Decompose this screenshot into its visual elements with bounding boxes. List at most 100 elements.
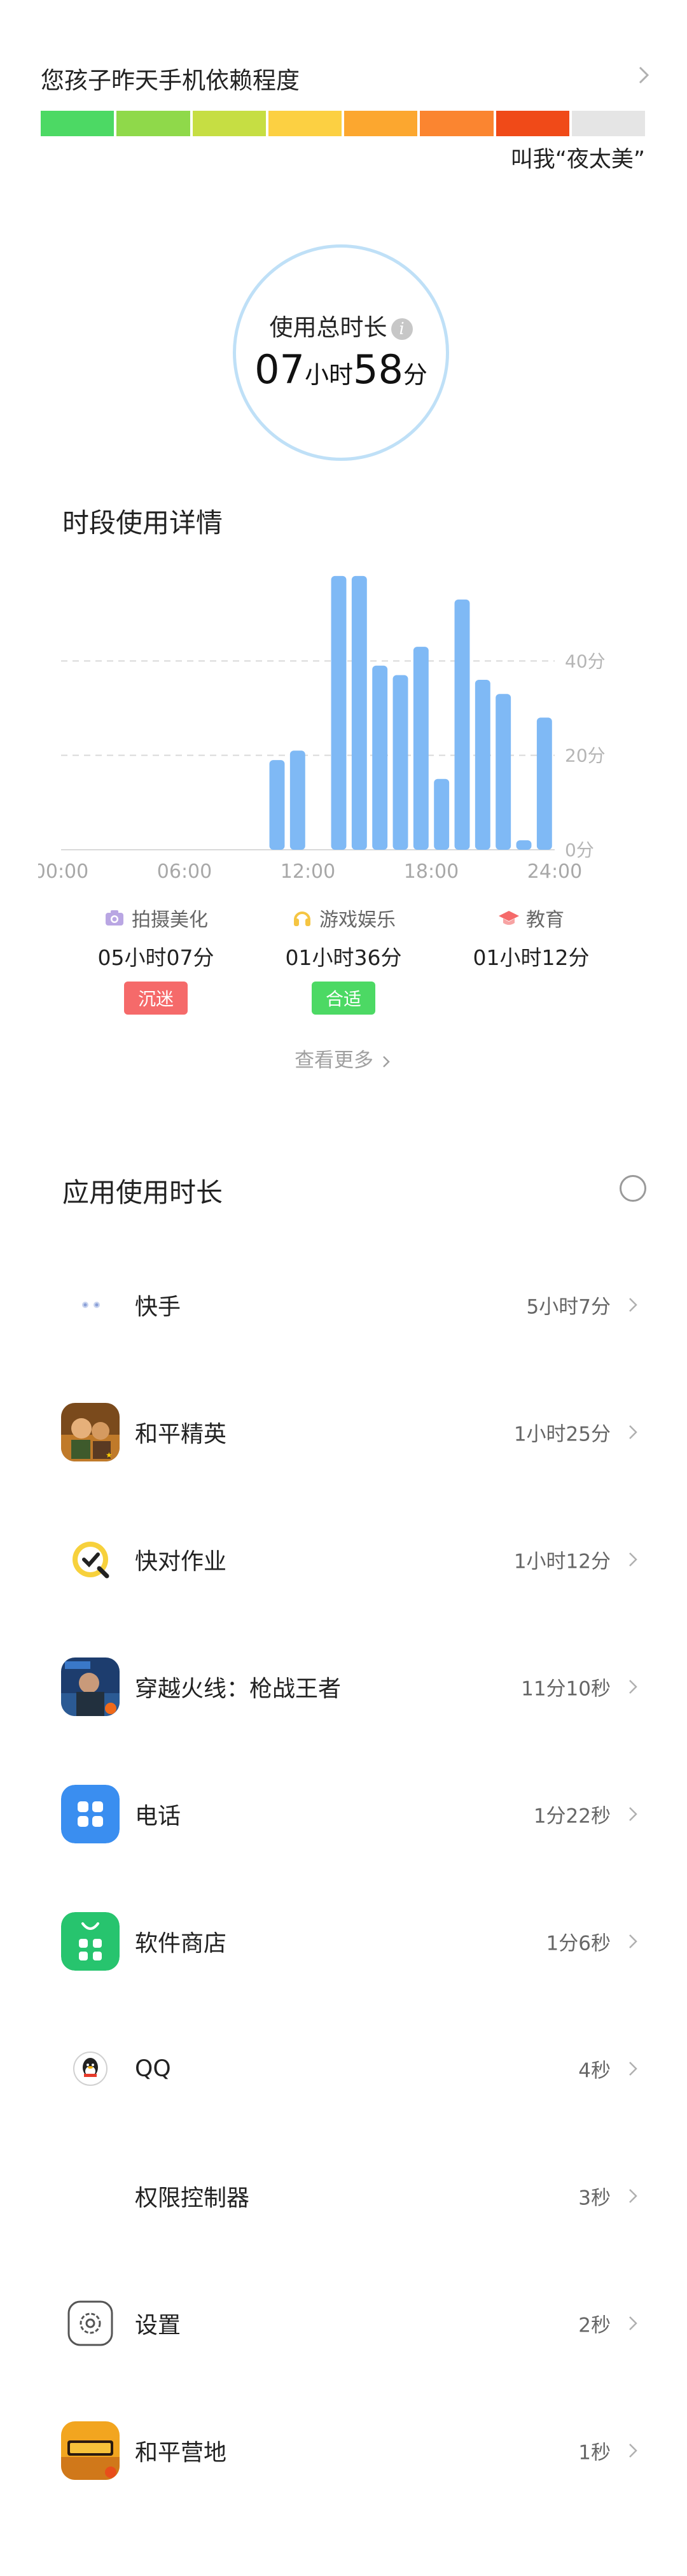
app-name: 快对作业 [135, 1549, 227, 1575]
chart-bar [413, 647, 429, 850]
app-row-crossfire[interactable]: 穿越火线：枪战王者 11分10秒 [0, 1623, 687, 1750]
app-row-kuaidui[interactable]: 快对作业 1小时12分 [0, 1496, 687, 1623]
app-name: 电话 [135, 1803, 181, 1829]
chevron-right-icon [629, 2444, 637, 2458]
meter-segment [344, 111, 418, 136]
chart-bar [351, 575, 367, 850]
chart-bar [536, 717, 552, 850]
app-name: 权限控制器 [135, 2185, 250, 2211]
app-name: 快手 [135, 1294, 181, 1320]
app-duration: 1秒 [578, 2441, 611, 2465]
app-row-peace-elite[interactable]: ★ 和平精英 1小时25分 [0, 1369, 687, 1496]
chart-bar [269, 760, 285, 850]
chevron-right-icon [629, 1298, 637, 1312]
graduation-cap-icon [499, 911, 519, 925]
period-section-title: 时段使用详情 [62, 507, 223, 538]
total-minutes-unit: 分 [403, 361, 427, 389]
app-duration: 1分22秒 [533, 1805, 611, 1828]
meter-segment [420, 111, 494, 136]
settings-icon [61, 2294, 120, 2353]
meter-segment [116, 111, 190, 136]
total-hours-unit: 小时 [304, 361, 353, 389]
x-tick-label: 00:00 [38, 861, 88, 883]
category-time: 01小时36分 [285, 945, 402, 970]
kuaidui-icon [61, 1530, 120, 1589]
qq-icon [61, 2039, 120, 2098]
chevron-right-icon [629, 1425, 637, 1439]
total-minutes: 58 [353, 346, 403, 393]
total-hours: 07 [254, 346, 305, 393]
meter-segment [496, 111, 569, 136]
chart-bar [475, 680, 490, 850]
meter-segment [571, 111, 645, 136]
category-name: 教育 [526, 909, 564, 931]
chevron-right-icon [629, 2316, 637, 2330]
app-row-qq[interactable]: QQ 4秒 [0, 2005, 687, 2132]
headphones-icon [294, 911, 310, 926]
app-duration: 3秒 [578, 2186, 611, 2210]
category-education[interactable]: 教育 01小时12分 [452, 904, 611, 971]
crossfire-icon [61, 1658, 120, 1716]
app-name: QQ [135, 2055, 171, 2082]
chart-bar [289, 750, 305, 850]
x-tick-label: 12:00 [281, 861, 335, 883]
dependency-title[interactable]: 您孩子昨天手机依赖程度 [41, 61, 300, 95]
kuaishou-icon [61, 1276, 120, 1334]
meter-segment [41, 111, 114, 136]
total-usage-value: 07小时58分 [233, 346, 449, 393]
app-duration: 1小时25分 [513, 1423, 611, 1446]
app-name: 和平营地 [135, 2440, 227, 2466]
chart-bar [392, 675, 408, 850]
app-duration: 5小时7分 [526, 1295, 611, 1319]
app-duration: 2秒 [578, 2314, 611, 2337]
app-store-icon [61, 1912, 120, 1971]
chevron-right-icon [629, 1807, 637, 1821]
app-name: 设置 [135, 2312, 181, 2339]
app-row-app-store[interactable]: 软件商店 1分6秒 [0, 1878, 687, 2005]
status-badge: 合适 [311, 982, 375, 1015]
category-time: 01小时12分 [473, 945, 590, 970]
chevron-right-icon [629, 1934, 637, 1948]
dependency-meter [41, 111, 645, 136]
status-badge: 沉迷 [123, 982, 188, 1015]
apps-section-title: 应用使用时长 [62, 1177, 223, 1208]
info-icon[interactable]: i [391, 318, 413, 340]
chevron-right-icon [629, 1680, 637, 1694]
chart-bar [496, 694, 511, 850]
category-games[interactable]: 游戏娱乐 01小时36分 合适 [264, 904, 423, 1015]
app-row-settings[interactable]: 设置 2秒 [0, 2260, 687, 2387]
sort-radio-button[interactable] [620, 1175, 646, 1202]
chevron-right-icon [383, 1055, 390, 1067]
app-name: 穿越火线：枪战王者 [135, 1676, 342, 1702]
app-row-phone[interactable]: 电话 1分22秒 [0, 1750, 687, 1878]
app-duration: 1分6秒 [546, 1932, 611, 1955]
usage-bar-chart: 40分 20分 0分 00:00 06:00 12:00 18:00 24:00 [38, 575, 606, 883]
x-tick-label: 24:00 [527, 861, 582, 883]
x-tick-label: 18:00 [404, 861, 459, 883]
category-photo[interactable]: 拍摄美化 05小时07分 沉迷 [76, 904, 235, 1015]
chevron-right-icon [629, 2062, 637, 2076]
category-name: 拍摄美化 [132, 909, 208, 931]
camera-icon [106, 910, 123, 926]
peace-elite-icon: ★ [61, 1403, 120, 1461]
app-duration: 11分10秒 [521, 1677, 611, 1701]
y-tick-label: 20分 [565, 745, 606, 766]
app-row-permission-controller[interactable]: 权限控制器 3秒 [0, 2132, 687, 2260]
total-usage-label-text: 使用总时长 [269, 314, 387, 341]
chart-bar [331, 575, 347, 850]
phone-icon [61, 1785, 120, 1843]
see-more-link[interactable]: 查看更多 [0, 1044, 687, 1073]
app-duration: 1小时12分 [513, 1550, 611, 1573]
meter-segment [192, 111, 266, 136]
x-tick-label: 06:00 [157, 861, 212, 883]
chevron-right-icon[interactable] [631, 62, 656, 88]
meter-segment [268, 111, 342, 136]
chart-bar [434, 778, 450, 850]
app-row-peace-camp[interactable]: 和平营地 1秒 [0, 2387, 687, 2514]
category-time: 05小时07分 [97, 945, 214, 970]
app-name: 软件商店 [135, 1931, 227, 1957]
app-name: 和平精英 [135, 1421, 227, 1447]
chart-bar [516, 840, 532, 850]
see-more-label: 查看更多 [295, 1049, 374, 1072]
app-row-kuaishou[interactable]: 快手 5小时7分 [0, 1241, 687, 1369]
